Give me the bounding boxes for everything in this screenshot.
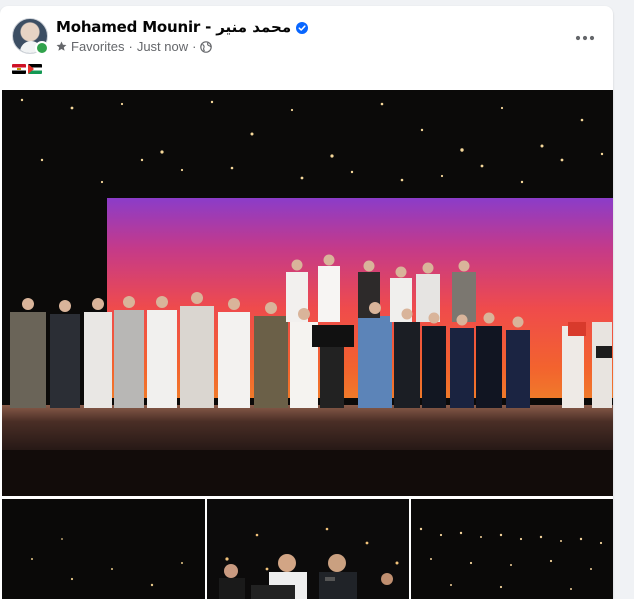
more-options-button[interactable] <box>567 20 603 56</box>
meta-separator-2: · <box>192 39 197 54</box>
star-icon <box>56 41 67 52</box>
music-stand <box>312 325 354 347</box>
thumbnail-1[interactable] <box>2 499 205 599</box>
post-header: Mohamed Mounir - محمد منير Favorites · J… <box>0 6 613 62</box>
author-name[interactable]: Mohamed Mounir - محمد منير <box>56 18 291 36</box>
post-card: Mohamed Mounir - محمد منير Favorites · J… <box>0 6 613 599</box>
verified-badge-icon <box>296 21 309 34</box>
author-avatar[interactable] <box>12 18 49 55</box>
online-status-dot <box>35 41 49 55</box>
photo-thumbnails <box>2 499 613 599</box>
main-post-photo[interactable] <box>2 90 613 496</box>
more-options-icon <box>575 35 595 41</box>
page-scrollbar[interactable] <box>616 0 634 599</box>
post-meta: Favorites · Just now · <box>56 39 213 54</box>
post-text <box>12 64 42 82</box>
author-row: Mohamed Mounir - محمد منير <box>56 18 309 36</box>
audience-label[interactable]: Favorites <box>71 39 124 54</box>
thumbnail-3[interactable] <box>411 499 613 599</box>
palestine-flag-icon <box>28 64 42 74</box>
thumbnail-2[interactable] <box>207 499 409 599</box>
meta-separator: · <box>128 39 133 54</box>
globe-icon[interactable] <box>200 40 213 53</box>
timestamp[interactable]: Just now <box>137 39 188 54</box>
egypt-flag-icon <box>12 64 26 74</box>
